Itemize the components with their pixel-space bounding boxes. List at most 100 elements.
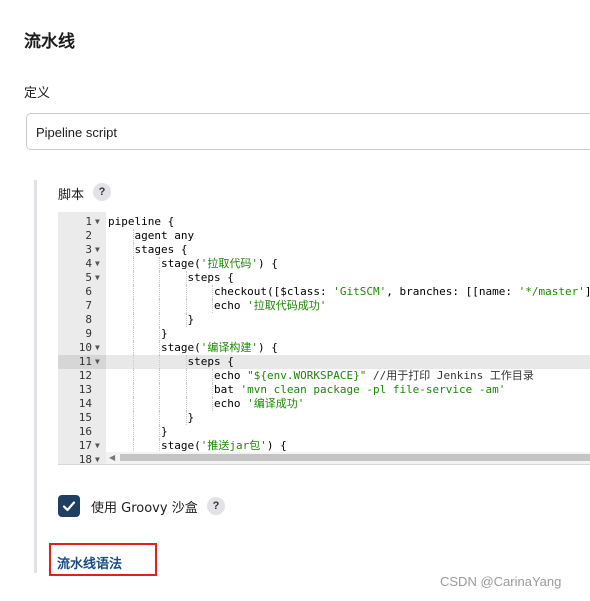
code-token: steps { [187, 271, 234, 284]
code-line[interactable]: 17 ▼ stage('推送jar包') { [58, 439, 590, 453]
indent-guide [159, 369, 160, 383]
code-line[interactable]: 8} [58, 313, 590, 327]
line-number: 16 [78, 425, 92, 438]
indent-guide [132, 271, 134, 285]
string-token: 'mvn clean package -pl file-service -am' [240, 383, 506, 396]
code-line[interactable]: 7 echo '拉取代码成功' [58, 299, 590, 313]
code-text: bat 'mvn clean package -pl file-service … [214, 383, 505, 397]
code-line[interactable]: 12 echo "${env.WORKSPACE}" //用于打印 Jenkins… [58, 369, 590, 383]
script-editor[interactable]: 1 ▼ pipeline {2 agent any 3 ▼ stages {4 ▼ stage(… [58, 212, 590, 465]
code-line[interactable]: 11 ▼ steps { [58, 355, 590, 369]
script-section-border [34, 180, 37, 573]
indent-guide [185, 383, 187, 397]
code-line[interactable]: 13 bat 'mvn clean package -pl file-servic… [58, 383, 590, 397]
comment-token: //用于打印 Jenkins 工作目录 [366, 369, 534, 382]
indent-guide [185, 355, 187, 369]
groovy-sandbox-label: 使用 Groovy 沙盒 [91, 501, 198, 516]
code-text: stage('推送jar包') { [161, 439, 287, 453]
code-line[interactable]: 14 echo '编译成功' [58, 397, 590, 411]
script-label: 脚本 [58, 188, 85, 203]
fold-arrow-icon[interactable]: ▼ [95, 257, 100, 271]
fold-arrow-icon[interactable]: ▼ [95, 271, 100, 285]
code-token: ]], doGenerateSubmoduleConfigurations [585, 285, 590, 298]
pipeline-syntax-link[interactable]: 流水线语法 [57, 553, 122, 572]
code-token: echo [214, 397, 248, 410]
scroll-left-arrow-icon[interactable]: ◀ [109, 452, 115, 464]
fold-arrow-icon[interactable]: ▼ [95, 439, 100, 453]
code-line[interactable]: 5 ▼ steps { [58, 271, 590, 285]
fold-arrow-icon[interactable]: ▼ [95, 453, 100, 464]
code-line[interactable]: 15} [58, 411, 590, 425]
code-line[interactable]: 4 ▼ stage('拉取代码') { [58, 257, 590, 271]
code-line[interactable]: 1 ▼ pipeline { [58, 215, 590, 229]
indent-guide [132, 299, 134, 313]
indent-guide [132, 313, 134, 327]
checkmark-icon [62, 501, 76, 512]
code-line[interactable]: 9} [58, 327, 590, 341]
indent-guide [159, 327, 160, 341]
code-line[interactable]: 2 agent any [58, 229, 590, 243]
indent-guide [132, 397, 134, 411]
line-number: 9 [85, 327, 92, 340]
indent-guide [159, 271, 160, 285]
code-line[interactable]: 6 checkout([$class: 'GitSCM', branches: [… [58, 285, 590, 299]
line-number: 14 [78, 397, 92, 410]
indent-guide [212, 299, 213, 313]
indent-guide [212, 383, 213, 397]
indent-guide [132, 383, 134, 397]
code-text: stage('拉取代码') { [161, 257, 278, 271]
fold-arrow-icon[interactable]: ▼ [95, 243, 100, 257]
string-token: 'GitSCM' [333, 285, 387, 298]
string-token: '推送jar包' [200, 439, 267, 452]
indent-guide [159, 411, 160, 425]
code-text: } [188, 411, 195, 425]
indent-guide [132, 229, 134, 243]
indent-guide [159, 285, 160, 299]
indent-guide [185, 411, 187, 425]
code-token: ) { [258, 341, 278, 354]
scrollbar-thumb[interactable] [120, 454, 590, 461]
code-token: } [187, 313, 195, 326]
fold-arrow-icon[interactable]: ▼ [95, 341, 100, 355]
code-token: } [161, 327, 168, 340]
code-text: echo '编译成功' [214, 397, 304, 411]
code-line[interactable]: 3 ▼ stages { [58, 243, 590, 257]
code-text: steps { [188, 271, 234, 285]
code-token: ) { [266, 439, 287, 452]
script-help-icon[interactable]: ? [93, 183, 111, 201]
indent-guide [185, 271, 187, 285]
indent-guide [159, 257, 160, 271]
indent-guide [185, 397, 187, 411]
line-number: 2 [85, 229, 92, 242]
code-token: checkout([$class: [214, 285, 334, 298]
code-text: echo '拉取代码成功' [214, 299, 326, 313]
code-token: } [187, 411, 195, 424]
indent-guide [159, 383, 160, 397]
string-token: '编译构建' [200, 341, 258, 354]
code-token: bat [214, 383, 241, 396]
groovy-sandbox-help-icon[interactable]: ? [207, 497, 225, 515]
code-line[interactable]: 16} [58, 425, 590, 439]
code-token: ) { [258, 257, 278, 270]
indent-guide [132, 369, 134, 383]
fold-arrow-icon[interactable]: ▼ [95, 355, 100, 369]
indent-guide [159, 355, 160, 369]
groovy-sandbox-checkbox[interactable] [58, 495, 80, 517]
code-text: } [161, 425, 168, 439]
indent-guide [185, 285, 187, 299]
code-token: pipeline { [108, 215, 175, 228]
editor-horizontal-scrollbar[interactable]: ◀ [106, 452, 590, 464]
definition-select-value: Pipeline script [36, 125, 117, 140]
string-token: '拉取代码成功' [247, 299, 327, 312]
code-text: } [188, 313, 195, 327]
indent-guide [132, 341, 134, 355]
indent-guide [132, 439, 134, 453]
indent-guide [212, 397, 213, 411]
indent-guide [185, 313, 187, 327]
definition-select[interactable]: Pipeline script [26, 113, 590, 150]
fold-arrow-icon[interactable]: ▼ [95, 215, 100, 229]
string-token: "${env.WORKSPACE}" [247, 369, 367, 382]
line-number: 15 [78, 411, 92, 424]
code-line[interactable]: 10 ▼ stage('编译构建') { [58, 341, 590, 355]
code-token: stage( [161, 439, 201, 452]
